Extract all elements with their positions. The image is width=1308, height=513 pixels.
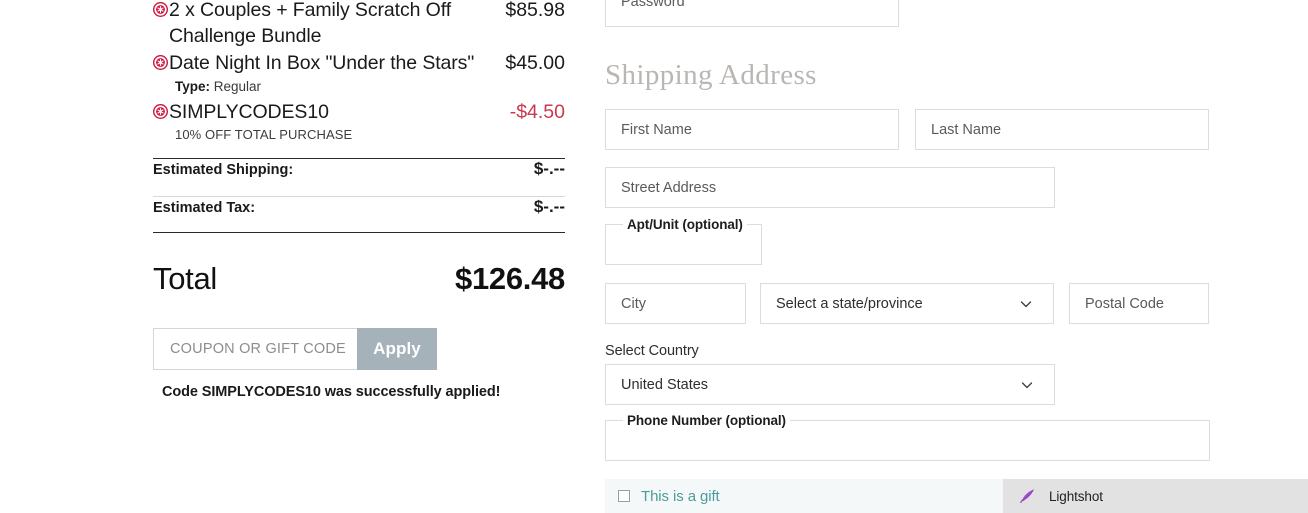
total-value: $126.48	[455, 261, 565, 296]
phone-number-input[interactable]	[606, 421, 1209, 460]
remove-circle-icon[interactable]	[153, 55, 168, 70]
line-item-title: Date Night In Box "Under the Stars"	[169, 52, 475, 74]
remove-circle-icon[interactable]	[153, 104, 168, 119]
gift-section: This is a gift	[605, 479, 1005, 513]
remove-circle-icon[interactable]	[153, 2, 168, 17]
variant-value: Regular	[210, 79, 262, 94]
order-summary: 2 x Couples + Family Scratch Off Challen…	[153, 0, 565, 400]
first-name-input[interactable]	[605, 109, 899, 150]
country-select[interactable]: United States	[605, 364, 1055, 405]
total-label: Total	[153, 261, 217, 296]
estimated-shipping-label: Estimated Shipping:	[153, 162, 294, 178]
lightshot-panel: Lightshot	[1003, 479, 1308, 513]
coupon-entry-row: Apply	[153, 328, 437, 370]
gift-checkbox[interactable]	[618, 490, 630, 502]
coupon-code-title: SIMPLYCODES10	[169, 101, 329, 123]
shipping-address-heading: Shipping Address	[605, 59, 817, 91]
estimated-tax-value: $-.--	[533, 197, 565, 216]
state-province-value: Select a state/province	[776, 295, 923, 312]
coupon-description: 10% OFF TOTAL PURCHASE	[175, 127, 353, 142]
line-item-title: 2 x Couples + Family Scratch Off Challen…	[169, 0, 452, 47]
line-item: Date Night In Box "Under the Stars" $45.…	[153, 50, 565, 76]
country-value: United States	[621, 376, 709, 393]
estimated-shipping-row: Estimated Shipping: $-.--	[153, 159, 565, 196]
last-name-input[interactable]	[915, 109, 1209, 150]
line-item-price: $85.98	[505, 0, 565, 21]
chevron-down-icon	[1019, 297, 1033, 311]
line-item-price: $45.00	[505, 52, 565, 74]
state-province-select[interactable]: Select a state/province	[760, 283, 1054, 324]
gift-label[interactable]: This is a gift	[641, 488, 720, 505]
total-row: Total $126.48	[153, 261, 565, 297]
coupon-input[interactable]	[153, 328, 357, 370]
select-country-label: Select Country	[605, 343, 699, 359]
password-field[interactable]	[605, 0, 899, 27]
estimated-tax-row: Estimated Tax: $-.--	[153, 197, 565, 232]
coupon-discount-amount: -$4.50	[509, 101, 565, 123]
coupon-success-message: Code SIMPLYCODES10 was successfully appl…	[162, 384, 501, 400]
summary-divider-bottom	[153, 232, 565, 233]
apt-unit-field[interactable]: Apt/Unit (optional)	[605, 217, 762, 265]
city-input[interactable]	[605, 283, 746, 324]
phone-number-field[interactable]: Phone Number (optional)	[605, 413, 1210, 461]
postal-code-input[interactable]	[1069, 283, 1209, 324]
estimated-tax-label: Estimated Tax:	[153, 200, 256, 216]
line-item: 2 x Couples + Family Scratch Off Challen…	[153, 0, 565, 49]
street-address-input[interactable]	[605, 167, 1055, 208]
line-item-variant: Type: Regular	[175, 77, 565, 97]
estimated-shipping-value: $-.--	[533, 159, 565, 178]
chevron-down-icon	[1020, 378, 1034, 392]
apply-coupon-button[interactable]: Apply	[357, 328, 437, 370]
variant-label: Type:	[175, 79, 211, 94]
feather-icon	[1019, 487, 1037, 505]
lightshot-label: Lightshot	[1049, 488, 1103, 504]
apt-unit-input[interactable]	[606, 225, 761, 264]
line-item-coupon: SIMPLYCODES10 -$4.50	[153, 99, 565, 125]
